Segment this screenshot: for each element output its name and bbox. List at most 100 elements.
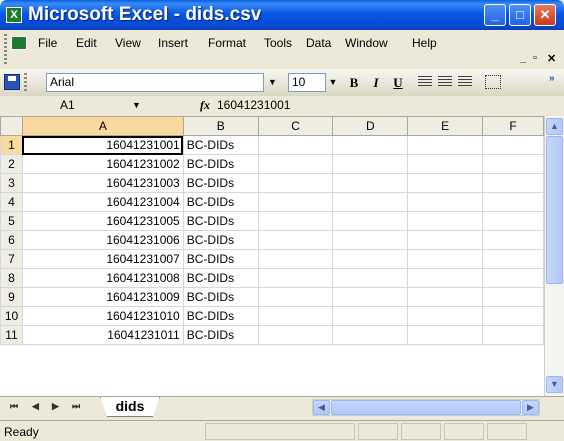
cell-c[interactable] <box>257 135 334 155</box>
italic-button[interactable]: I <box>366 73 386 92</box>
scroll-thumb[interactable] <box>546 136 563 284</box>
cell-d[interactable] <box>332 135 409 155</box>
save-icon[interactable] <box>4 74 20 90</box>
horizontal-scrollbar[interactable]: ◀ ▶ <box>312 399 540 416</box>
cell-b[interactable]: BC-DIDs <box>182 287 259 307</box>
align-left-icon[interactable] <box>418 76 432 88</box>
cell-e[interactable] <box>407 306 484 326</box>
row-header[interactable]: 4 <box>0 192 23 212</box>
doc-close-icon[interactable]: ✕ <box>547 52 556 65</box>
cell-a[interactable]: 16041231004 <box>21 192 184 212</box>
column-header[interactable]: E <box>407 116 484 136</box>
row-header[interactable]: 2 <box>0 154 23 174</box>
row-header[interactable]: 6 <box>0 230 23 250</box>
document-icon[interactable] <box>11 36 27 50</box>
row-header[interactable]: 11 <box>0 325 23 345</box>
cell-c[interactable] <box>257 230 334 250</box>
sheet-tab-dids[interactable]: dids <box>100 397 160 417</box>
cell-a[interactable]: 16041231008 <box>21 268 184 288</box>
cell-a[interactable]: 16041231003 <box>21 173 184 193</box>
cell-b[interactable]: BC-DIDs <box>182 230 259 250</box>
cell-f[interactable] <box>482 249 544 269</box>
doc-restore-icon[interactable]: ▫ <box>533 52 537 64</box>
row-header[interactable]: 1 <box>0 135 23 155</box>
cell-f[interactable] <box>482 154 544 174</box>
cell-c[interactable] <box>257 325 334 345</box>
last-sheet-icon[interactable]: ⏭ <box>72 401 80 412</box>
menu-tools[interactable]: Tools <box>264 36 292 50</box>
chevron-down-icon[interactable]: ▼ <box>132 100 141 110</box>
maximize-button[interactable]: □ <box>509 4 531 26</box>
cell-c[interactable] <box>257 173 334 193</box>
formula-input[interactable]: 16041231001 <box>217 98 290 112</box>
cell-a[interactable]: 16041231009 <box>21 287 184 307</box>
scroll-left-icon[interactable]: ◀ <box>313 400 330 415</box>
vertical-scrollbar[interactable]: ▲ ▼ <box>544 116 564 396</box>
column-header[interactable]: D <box>332 116 409 136</box>
cell-b[interactable]: BC-DIDs <box>182 325 259 345</box>
cell-c[interactable] <box>257 287 334 307</box>
chevron-down-icon[interactable]: ▼ <box>327 73 339 92</box>
cell-f[interactable] <box>482 192 544 212</box>
cell-a[interactable]: 16041231010 <box>21 306 184 326</box>
column-header[interactable]: B <box>182 116 259 136</box>
menu-window[interactable]: Window <box>345 36 388 50</box>
cell-e[interactable] <box>407 154 484 174</box>
cell-a[interactable]: 16041231005 <box>21 211 184 231</box>
align-center-icon[interactable] <box>438 76 452 88</box>
cell-e[interactable] <box>407 287 484 307</box>
cell-d[interactable] <box>332 325 409 345</box>
font-name-select[interactable]: Arial <box>46 73 264 92</box>
row-header[interactable]: 9 <box>0 287 23 307</box>
scroll-down-icon[interactable]: ▼ <box>546 376 563 393</box>
menu-grip-handle[interactable] <box>4 34 7 64</box>
cell-f[interactable] <box>482 325 544 345</box>
cell-d[interactable] <box>332 268 409 288</box>
cell-a[interactable]: 16041231002 <box>21 154 184 174</box>
cell-d[interactable] <box>332 249 409 269</box>
cell-b[interactable]: BC-DIDs <box>182 306 259 326</box>
bold-button[interactable]: B <box>344 73 364 92</box>
scroll-right-icon[interactable]: ▶ <box>522 400 539 415</box>
cell-d[interactable] <box>332 230 409 250</box>
cell-c[interactable] <box>257 192 334 212</box>
insert-function-icon[interactable]: fx <box>200 98 210 113</box>
cell-e[interactable] <box>407 173 484 193</box>
cell-f[interactable] <box>482 135 544 155</box>
cell-b[interactable]: BC-DIDs <box>182 154 259 174</box>
cell-a[interactable]: 16041231007 <box>21 249 184 269</box>
menu-help[interactable]: Help <box>412 36 437 50</box>
toolbar-grip-handle[interactable] <box>24 73 27 92</box>
cell-f[interactable] <box>482 230 544 250</box>
align-right-icon[interactable] <box>458 76 472 88</box>
cell-f[interactable] <box>482 287 544 307</box>
menu-data[interactable]: Data <box>306 36 331 50</box>
cell-e[interactable] <box>407 325 484 345</box>
menu-view[interactable]: View <box>115 36 141 50</box>
cell-a[interactable]: 16041231011 <box>21 325 184 345</box>
menu-file[interactable]: File <box>38 36 57 50</box>
menu-insert[interactable]: Insert <box>158 36 188 50</box>
first-sheet-icon[interactable]: ⏮ <box>10 401 18 412</box>
cell-f[interactable] <box>482 173 544 193</box>
cell-e[interactable] <box>407 249 484 269</box>
cell-b[interactable]: BC-DIDs <box>182 268 259 288</box>
cell-b[interactable]: BC-DIDs <box>182 192 259 212</box>
cell-e[interactable] <box>407 230 484 250</box>
row-header[interactable]: 7 <box>0 249 23 269</box>
cell-d[interactable] <box>332 211 409 231</box>
minimize-button[interactable]: _ <box>484 4 506 26</box>
cell-c[interactable] <box>257 306 334 326</box>
column-header[interactable]: F <box>482 116 544 136</box>
cell-c[interactable] <box>257 154 334 174</box>
scroll-up-icon[interactable]: ▲ <box>546 118 563 135</box>
cell-d[interactable] <box>332 287 409 307</box>
cell-e[interactable] <box>407 268 484 288</box>
underline-button[interactable]: U <box>388 73 408 92</box>
toolbar-options-icon[interactable]: » <box>549 73 561 92</box>
cell-c[interactable] <box>257 268 334 288</box>
row-header[interactable]: 3 <box>0 173 23 193</box>
doc-minimize-icon[interactable]: _ <box>520 52 526 64</box>
cell-b[interactable]: BC-DIDs <box>182 135 259 155</box>
horizontal-scroll-thumb[interactable] <box>331 400 521 415</box>
